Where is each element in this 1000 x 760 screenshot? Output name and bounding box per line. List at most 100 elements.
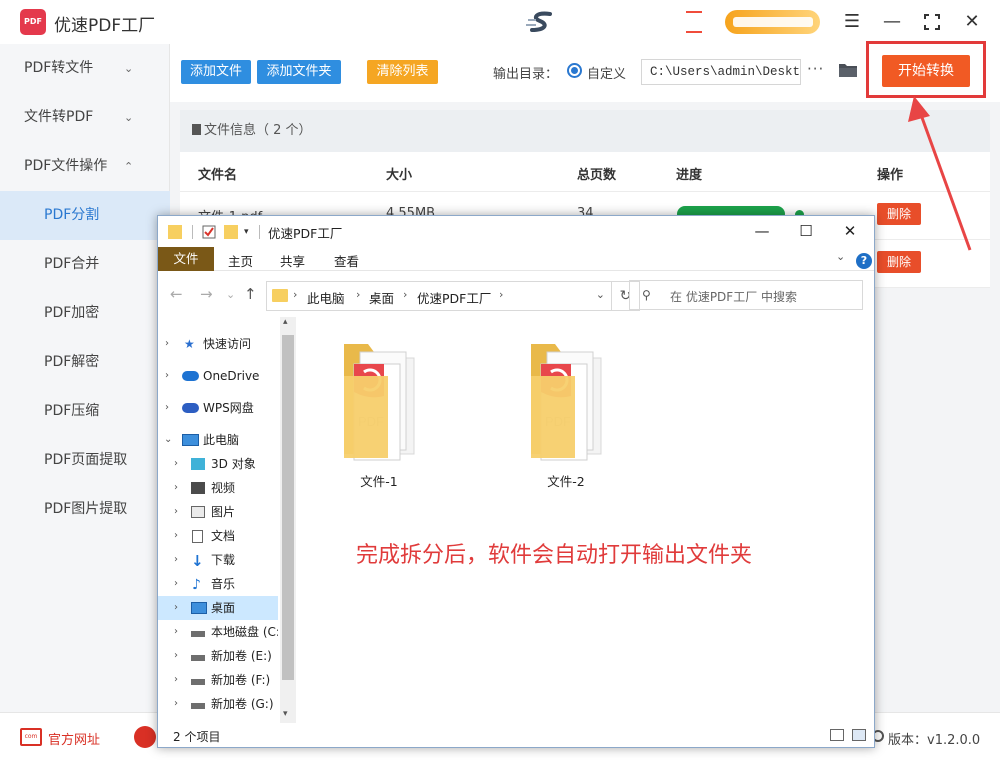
back-icon[interactable]: ← — [170, 285, 183, 303]
add-folder-button[interactable]: 添加文件夹 — [257, 60, 341, 84]
tree-item-music[interactable]: › ♪ 音乐 — [158, 572, 278, 596]
tree-item-volume-g[interactable]: › 新加卷 (G:) — [158, 692, 278, 716]
tab-share[interactable]: 共享 — [280, 251, 305, 270]
tree-item-quick-access[interactable]: › ★ 快速访问 — [158, 332, 278, 356]
tree-item-label: 文档 — [211, 529, 236, 543]
forward-icon[interactable]: → — [200, 285, 213, 303]
customize-quick-access-icon[interactable]: ▾ — [244, 227, 249, 241]
sidebar-item-pdf-split[interactable]: PDF分割 — [0, 191, 170, 240]
promo-button[interactable] — [725, 10, 820, 34]
chevron-right-icon[interactable]: › — [174, 692, 178, 716]
chevron-right-icon[interactable]: › — [174, 596, 178, 620]
help-icon[interactable]: ? — [856, 253, 872, 269]
desktop-icon — [191, 602, 207, 614]
close-icon[interactable]: ✕ — [836, 219, 864, 243]
chevron-right-icon[interactable]: › — [174, 668, 178, 692]
chevron-right-icon[interactable]: › — [174, 548, 178, 572]
open-folder-icon[interactable] — [838, 62, 858, 78]
recent-locations-icon[interactable]: ⌄ — [226, 288, 235, 301]
properties-icon[interactable] — [202, 225, 216, 239]
sidebar-group-file-to-pdf[interactable]: 文件转PDF ⌄ — [0, 93, 170, 142]
more-options-icon[interactable]: ··· — [807, 60, 824, 78]
add-file-button[interactable]: 添加文件 — [181, 60, 251, 84]
tree-item-volume-f[interactable]: › 新加卷 (F:) — [158, 668, 278, 692]
menu-icon[interactable]: ☰ — [838, 8, 866, 36]
folder-item[interactable]: PDF 文件-1 — [324, 336, 434, 489]
chevron-right-icon[interactable]: › — [174, 500, 178, 524]
up-icon[interactable]: ↑ — [244, 285, 257, 303]
output-path-field[interactable]: C:\Users\admin\Desktop — [641, 59, 801, 85]
tab-home[interactable]: 主页 — [228, 251, 253, 270]
tree-item-pictures[interactable]: › 图片 — [158, 500, 278, 524]
sidebar-item-pdf-page-extract[interactable]: PDF页面提取 — [0, 436, 170, 485]
chevron-right-icon[interactable]: › — [174, 452, 178, 476]
folder-item[interactable]: PDF 文件-2 — [511, 336, 621, 489]
scroll-down-icon[interactable]: ▾ — [283, 709, 288, 719]
chevron-right-icon[interactable]: › — [165, 332, 169, 356]
title-bar: PDF 优速PDF工厂 ☰ — ✕ — [0, 0, 1000, 44]
tree-item-onedrive[interactable]: › OneDrive — [158, 364, 278, 388]
file-info-label: 文件信息（ 2 个） — [204, 123, 312, 138]
chevron-right-icon[interactable]: › — [174, 524, 178, 548]
chevron-right-icon[interactable]: › — [174, 644, 178, 668]
download-icon: ↓ — [191, 552, 204, 570]
tree-item-local-disk-c[interactable]: › 本地磁盘 (C: — [158, 620, 278, 644]
sidebar-item-pdf-decrypt[interactable]: PDF解密 — [0, 338, 170, 387]
chevron-right-icon[interactable]: › — [174, 572, 178, 596]
minimize-icon[interactable]: — — [878, 8, 906, 36]
tree-item-desktop[interactable]: › 桌面 — [158, 596, 278, 620]
address-dropdown-icon[interactable]: ⌄ — [596, 288, 605, 301]
tree-item-documents[interactable]: › 文档 — [158, 524, 278, 548]
tree-item-label: 音乐 — [211, 577, 236, 591]
sidebar-group-pdf-to-file[interactable]: PDF转文件 ⌄ — [0, 44, 170, 93]
table-header: 文件名 大小 总页数 进度 操作 — [180, 152, 990, 192]
chevron-right-icon[interactable]: › — [174, 476, 178, 500]
scrollbar-thumb[interactable] — [282, 335, 294, 680]
sidebar-group-label: 文件转PDF — [24, 109, 94, 125]
tab-view[interactable]: 查看 — [334, 251, 359, 270]
chevron-right-icon[interactable]: › — [165, 396, 169, 420]
sidebar-item-pdf-merge[interactable]: PDF合并 — [0, 240, 170, 289]
tree-item-this-pc[interactable]: ⌄ 此电脑 — [158, 428, 278, 452]
sidebar-item-label: PDF分割 — [44, 207, 100, 223]
tree-item-wps-drive[interactable]: › WPS网盘 — [158, 396, 278, 420]
clear-list-button[interactable]: 清除列表 — [367, 60, 438, 84]
expand-ribbon-icon[interactable]: ⌄ — [836, 250, 845, 263]
maximize-icon[interactable]: ☐ — [792, 219, 820, 243]
qq-icon[interactable] — [134, 726, 156, 748]
drive-icon — [191, 679, 205, 685]
tab-file[interactable]: 文件 — [158, 247, 214, 271]
tree-item-label: OneDrive — [203, 369, 260, 383]
minimize-icon[interactable]: — — [748, 219, 776, 243]
breadcrumb-item[interactable]: 优速PDF工厂 — [417, 288, 491, 307]
search-input[interactable]: ⚲ 在 优速PDF工厂 中搜索 — [629, 280, 863, 310]
new-folder-icon[interactable] — [224, 225, 238, 239]
scroll-up-icon[interactable]: ▴ — [283, 317, 288, 327]
tree-item-volume-e[interactable]: › 新加卷 (E:) — [158, 644, 278, 668]
computer-icon — [182, 434, 199, 446]
tree-item-downloads[interactable]: › ↓ 下载 — [158, 548, 278, 572]
sidebar-item-pdf-image-extract[interactable]: PDF图片提取 — [0, 485, 170, 534]
tree-item-3d-objects[interactable]: › 3D 对象 — [158, 452, 278, 476]
chevron-down-icon[interactable]: ⌄ — [164, 428, 172, 452]
chevron-right-icon[interactable]: › — [174, 620, 178, 644]
tree-scrollbar[interactable]: ▴ ▾ — [280, 317, 296, 723]
maximize-icon[interactable] — [918, 8, 946, 36]
sidebar-group-pdf-operations[interactable]: PDF文件操作 ⌃ — [0, 142, 170, 191]
notification-icon[interactable] — [686, 11, 702, 33]
address-bar[interactable]: › 此电脑 › 桌面 › 优速PDF工厂 › ⌄ — [266, 281, 612, 311]
close-icon[interactable]: ✕ — [958, 8, 986, 36]
custom-radio[interactable] — [567, 63, 582, 78]
pdf-folder-icon: PDF — [531, 344, 602, 461]
sidebar-item-pdf-compress[interactable]: PDF压缩 — [0, 387, 170, 436]
details-view-icon[interactable] — [830, 729, 844, 741]
breadcrumb-item[interactable]: 桌面 — [369, 288, 394, 307]
chevron-right-icon[interactable]: › — [165, 364, 169, 388]
navigation-pane: › ★ 快速访问 › OneDrive › WPS网盘 ⌄ 此电脑 › 3D 对… — [158, 316, 278, 722]
tree-item-videos[interactable]: › 视频 — [158, 476, 278, 500]
large-icons-view-icon[interactable] — [852, 729, 866, 741]
folder-icon — [168, 225, 182, 239]
breadcrumb-item[interactable]: 此电脑 — [307, 288, 345, 307]
sidebar-item-pdf-encrypt[interactable]: PDF加密 — [0, 289, 170, 338]
website-link[interactable]: 官方网址 — [48, 729, 100, 748]
